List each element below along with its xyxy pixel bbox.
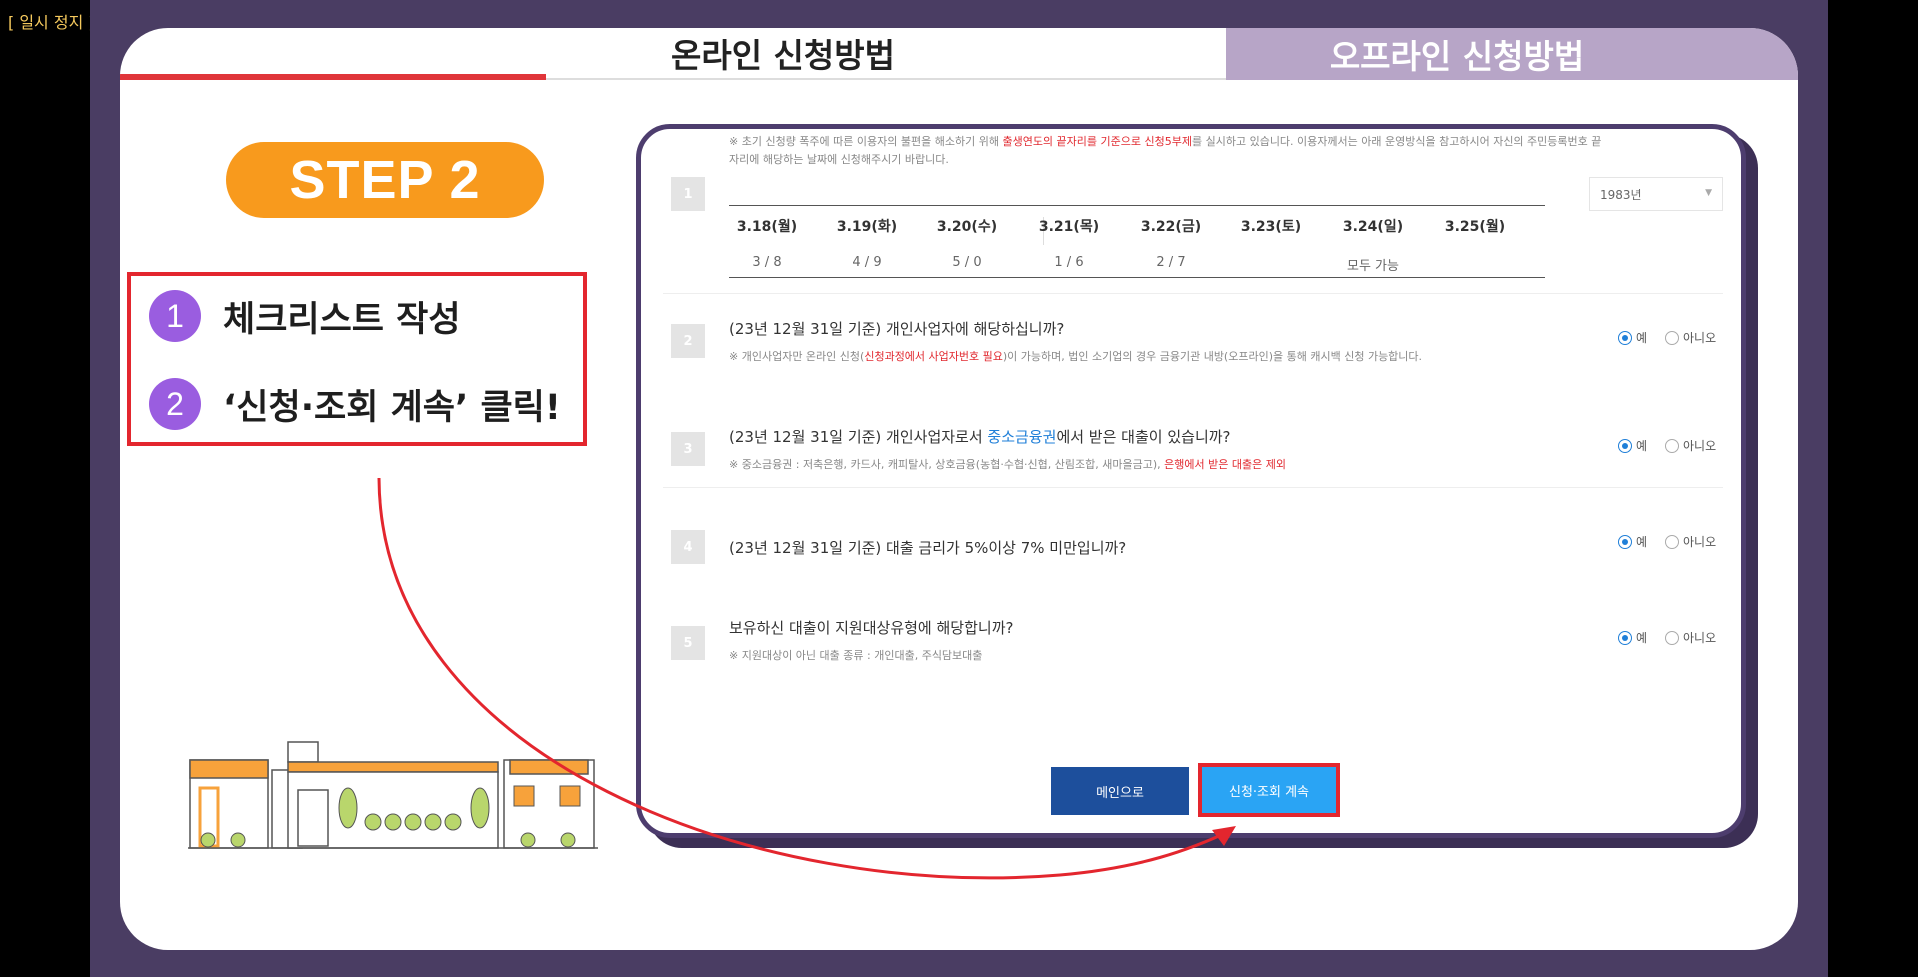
schedule-date-0: 3.18(월) — [736, 219, 798, 235]
continue-application-button[interactable]: 신청·조회 계속 — [1198, 763, 1340, 817]
question-3: (23년 12월 31일 기준) 개인사업자로서 중소금융권에서 받은 대출이 … — [729, 426, 1231, 447]
q3-highlight: 중소금융권 — [987, 428, 1057, 446]
question-number-5: 5 — [671, 626, 705, 660]
tab-offline[interactable]: 오프라인 신청방법 — [1226, 28, 1798, 80]
radio-selected-icon — [1618, 534, 1632, 549]
q4-yes-label: 예 — [1636, 535, 1648, 549]
schedule-digits-6: 모두 가능 — [1347, 259, 1399, 274]
question-5-note: ※ 지원대상이 아닌 대출 종류 : 개인대출, 주식담보대출 — [729, 649, 983, 662]
q3-text-b: 에서 받은 대출이 있습니까? — [1056, 428, 1231, 446]
q5-radio-yes[interactable]: 예 — [1618, 629, 1647, 646]
step-text-2: ‘신청·조회 계속’ 클릭! — [223, 387, 561, 428]
q4-no-label: 아니오 — [1683, 535, 1717, 549]
divider — [663, 487, 1723, 488]
step-item-1: 1 체크리스트 작성 — [149, 290, 461, 342]
radio-empty-icon — [1665, 330, 1679, 345]
question-number-3: 3 — [671, 432, 705, 466]
radio-selected-icon — [1618, 438, 1632, 453]
main-button[interactable]: 메인으로 — [1051, 767, 1189, 815]
schedule-digits-3: 1 / 6 — [1054, 255, 1084, 270]
q3-no-label: 아니오 — [1683, 439, 1717, 453]
q3-yes-label: 예 — [1636, 439, 1648, 453]
question-2: (23년 12월 31일 기준) 개인사업자에 해당하십니까? — [729, 320, 1065, 338]
step-badge: STEP 2 — [226, 142, 544, 218]
q3-radio-no[interactable]: 아니오 — [1665, 437, 1716, 454]
schedule-date-5: 3.23(토) — [1240, 219, 1302, 235]
radio-empty-icon — [1665, 438, 1679, 453]
q2-radio-yes[interactable]: 예 — [1618, 329, 1647, 346]
radio-selected-icon — [1618, 330, 1632, 345]
schedule-date-2: 3.20(수) — [936, 219, 998, 235]
q3-note-highlight: 은행에서 받은 대출은 제외 — [1164, 458, 1286, 471]
step-number-2: 2 — [149, 378, 201, 430]
notice-text-a: ※ 초기 신청량 폭주에 따른 이용자의 불편을 해소하기 위해 — [729, 135, 1003, 148]
q5-no-label: 아니오 — [1683, 631, 1717, 645]
schedule-date-6: 3.24(일) — [1342, 219, 1404, 235]
question-4: (23년 12월 31일 기준) 대출 금리가 5%이상 7% 미만입니까? — [729, 539, 1127, 557]
schedule-date-3: 3.21(목) — [1038, 219, 1100, 235]
schedule-digits-2: 5 / 0 — [952, 255, 982, 270]
radio-selected-icon — [1618, 630, 1632, 645]
table-top-line — [729, 205, 1545, 206]
table-bottom-line — [729, 277, 1545, 278]
q2-no-label: 아니오 — [1683, 331, 1717, 345]
q2-radio-no[interactable]: 아니오 — [1665, 329, 1716, 346]
divider — [663, 293, 1723, 294]
schedule-date-1: 3.19(화) — [836, 219, 898, 235]
pause-indicator: [ 일시 정지 ] — [8, 13, 95, 32]
radio-empty-icon — [1665, 534, 1679, 549]
schedule-date-7: 3.25(월) — [1444, 219, 1506, 235]
step-instructions-box: 1 체크리스트 작성 2 ‘신청·조회 계속’ 클릭! — [127, 272, 587, 446]
schedule-digits-0: 3 / 8 — [752, 255, 782, 270]
radio-empty-icon — [1665, 630, 1679, 645]
q2-yes-label: 예 — [1636, 331, 1648, 345]
schedule-date-4: 3.22(금) — [1140, 219, 1202, 235]
schedule-digits-4: 2 / 7 — [1156, 255, 1186, 270]
step-number-1: 1 — [149, 290, 201, 342]
notice-text: ※ 초기 신청량 폭주에 따른 이용자의 불편을 해소하기 위해 출생연도의 끝… — [729, 133, 1609, 169]
question-3-note: ※ 중소금융권 : 저축은행, 카드사, 캐피탈사, 상호금융(농협·수협·신협… — [729, 456, 1286, 472]
tab-online[interactable]: 온라인 신청방법 — [120, 28, 1226, 80]
question-number-1: 1 — [671, 177, 705, 211]
checklist-form-panel: ※ 초기 신청량 폭주에 따른 이용자의 불편을 해소하기 위해 출생연도의 끝… — [636, 124, 1746, 838]
schedule-digits-1: 4 / 9 — [852, 255, 882, 270]
q5-yes-label: 예 — [1636, 631, 1648, 645]
q4-radio-no[interactable]: 아니오 — [1665, 533, 1716, 550]
q4-radio-yes[interactable]: 예 — [1618, 533, 1647, 550]
step-text-1: 체크리스트 작성 — [223, 299, 461, 340]
birth-year-value: 1983년 — [1600, 187, 1642, 202]
question-2-note: ※ 개인사업자만 온라인 신청(신청과정에서 사업자번호 필요)이 가능하며, … — [729, 348, 1422, 364]
storefront-illustration — [188, 741, 598, 849]
q2-note-highlight: 신청과정에서 사업자번호 필요 — [864, 350, 1003, 363]
step-item-2: 2 ‘신청·조회 계속’ 클릭! — [149, 378, 561, 430]
chevron-down-icon: ▼ — [1705, 188, 1712, 198]
q3-radio-yes[interactable]: 예 — [1618, 437, 1647, 454]
q5-radio-no[interactable]: 아니오 — [1665, 629, 1716, 646]
question-number-2: 2 — [671, 324, 705, 358]
question-5: 보유하신 대출이 지원대상유형에 해당합니까? — [729, 619, 1014, 637]
birth-year-select[interactable]: 1983년 ▼ — [1589, 177, 1723, 211]
notice-highlight: 출생연도의 끝자리를 기준으로 신청5부제 — [1002, 135, 1192, 148]
q2-note-b: )이 가능하며, 법인 소기업의 경우 금융기관 내방(오프라인)을 통해 캐시… — [1002, 350, 1423, 363]
tab-online-underline — [120, 74, 546, 80]
question-number-4: 4 — [671, 530, 705, 564]
q2-note-a: ※ 개인사업자만 온라인 신청( — [729, 350, 865, 363]
q3-note-a: ※ 중소금융권 : 저축은행, 카드사, 캐피탈사, 상호금융(농협·수협·신협… — [729, 458, 1165, 471]
q3-text-a: (23년 12월 31일 기준) 개인사업자로서 — [729, 428, 988, 446]
